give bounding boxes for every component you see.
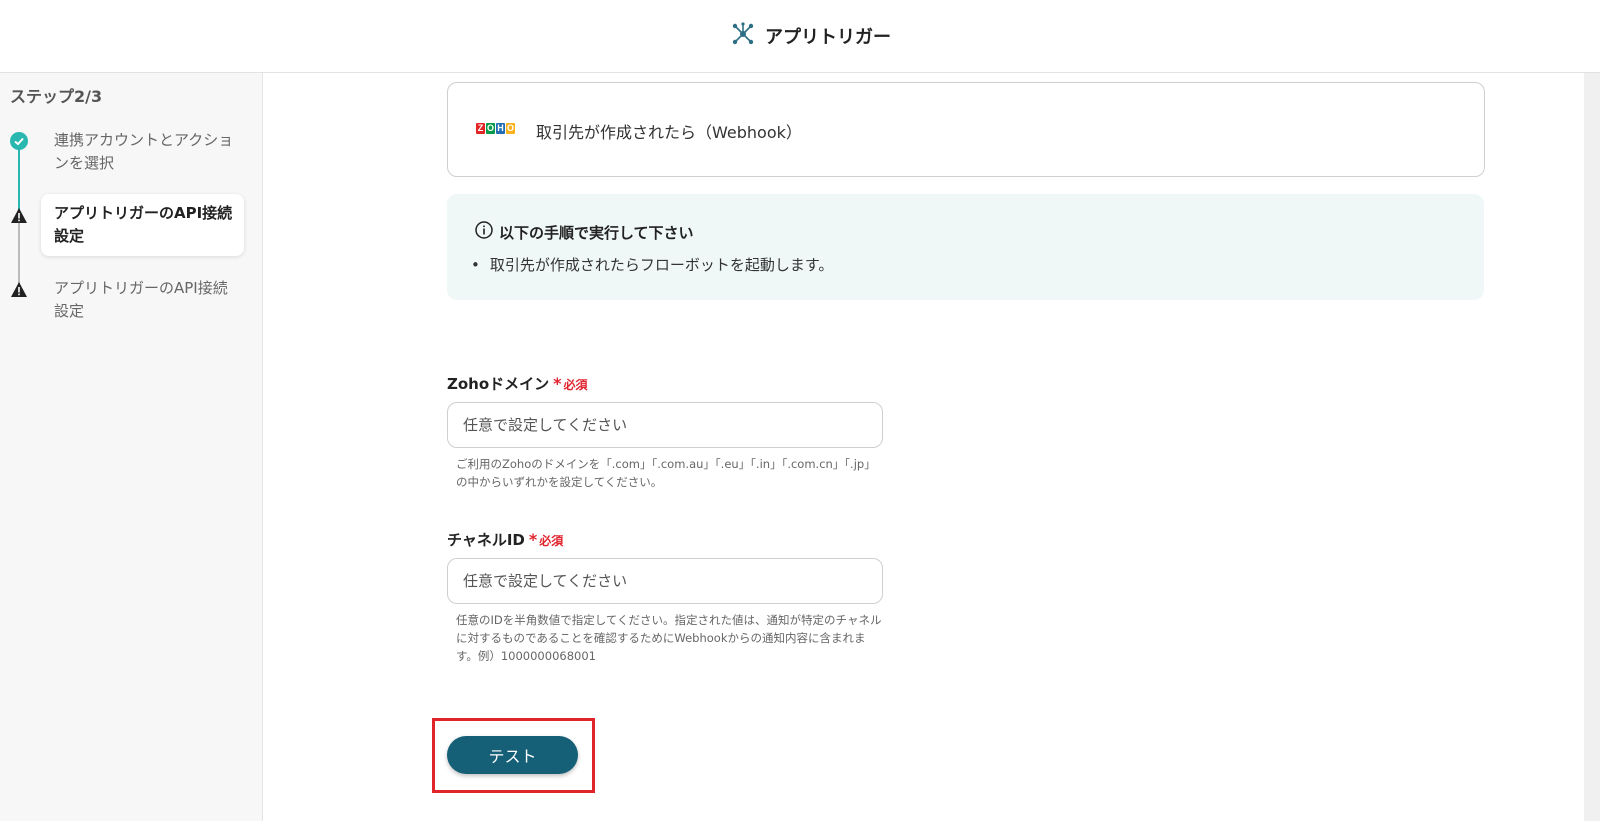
required-text: 必須 — [539, 534, 564, 548]
scrollbar[interactable] — [1584, 73, 1600, 821]
logo-letter: H — [496, 123, 505, 134]
logo-letter: O — [486, 123, 495, 134]
sidebar-step-2: アプリトリガーのAPI接続設定 — [54, 204, 233, 245]
domain-label-text: Zohoドメイン — [447, 375, 550, 393]
sidebar: ステップ2/3 連携アカウントとアクションを選択 アプリトリガーのAPI接続設定… — [0, 73, 263, 821]
warning-icon — [10, 207, 28, 225]
trigger-card: Z O H O 取引先が作成されたら（Webhook） — [447, 82, 1485, 177]
test-button[interactable]: テスト — [447, 736, 578, 774]
network-icon — [731, 22, 755, 50]
domain-label: Zohoドメイン * 必須 — [447, 373, 588, 394]
trigger-label: 取引先が作成されたら（Webhook） — [536, 123, 802, 142]
sidebar-step-1[interactable]: 連携アカウントとアクションを選択 — [54, 129, 239, 175]
channel-label: チャネルID * 必須 — [447, 529, 563, 550]
channel-id-input[interactable] — [447, 558, 883, 604]
zoho-logo: Z O H O — [476, 123, 515, 134]
info-title-text: 以下の手順で実行して下さい — [499, 223, 694, 242]
timeline-line — [18, 143, 20, 213]
info-title: 以下の手順で実行して下さい — [475, 221, 694, 243]
info-box: 以下の手順で実行して下さい 取引先が作成されたらフローボットを起動します。 — [447, 194, 1484, 300]
info-icon — [475, 221, 493, 243]
page-title: アプリトリガー — [765, 27, 891, 48]
required-badge: * 必須 — [553, 374, 588, 393]
header: アプリトリガー — [0, 0, 1600, 73]
channel-label-text: チャネルID — [447, 531, 525, 549]
domain-input[interactable] — [447, 402, 883, 448]
check-circle-icon — [10, 132, 28, 150]
info-item: 取引先が作成されたらフローボットを起動します。 — [471, 254, 834, 275]
channel-help: 任意のIDを半角数値で指定してください。指定された値は、通知が特定のチャネルに対… — [456, 613, 882, 663]
warning-icon — [10, 281, 28, 299]
sidebar-step-3[interactable]: アプリトリガーのAPI接続設定 — [54, 277, 239, 323]
domain-help: ご利用のZohoのドメインを「.com」「.com.au」「.eu」「.in」「… — [456, 457, 876, 489]
required-text: 必須 — [563, 378, 588, 392]
logo-letter: Z — [476, 123, 485, 134]
required-badge: * 必須 — [528, 530, 564, 549]
logo-letter: O — [506, 123, 515, 134]
sidebar-step-current[interactable]: アプリトリガーのAPI接続設定 — [41, 194, 244, 256]
step-counter: ステップ2/3 — [10, 87, 103, 106]
